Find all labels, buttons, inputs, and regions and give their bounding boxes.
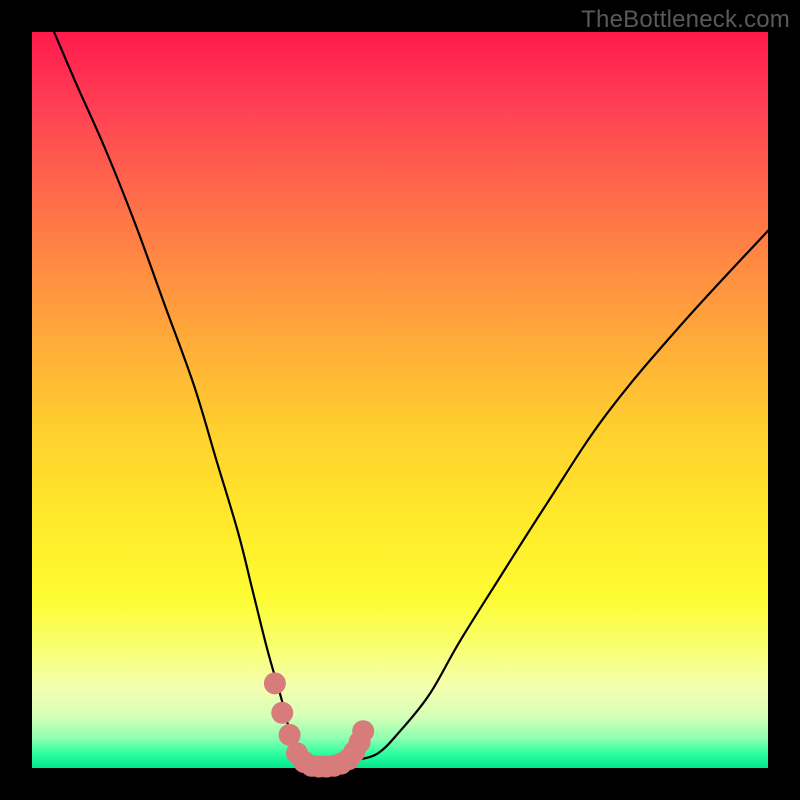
watermark-text: TheBottleneck.com — [581, 6, 790, 34]
chart-frame: TheBottleneck.com — [0, 0, 800, 800]
curve-layer — [32, 32, 768, 768]
bottleneck-curve — [54, 32, 768, 769]
valley-markers — [264, 672, 374, 777]
plot-area — [32, 32, 768, 768]
valley-marker — [264, 672, 286, 694]
valley-marker — [352, 720, 374, 742]
valley-marker — [271, 702, 293, 724]
